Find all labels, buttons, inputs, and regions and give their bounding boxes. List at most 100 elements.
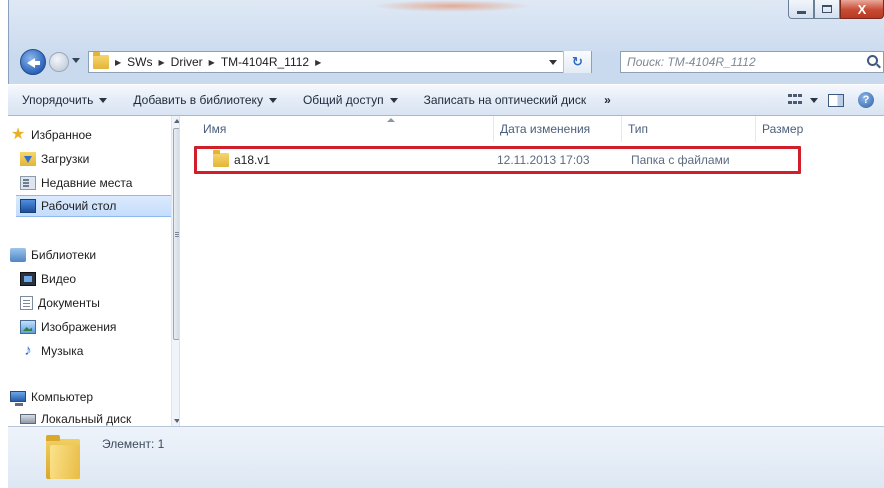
- recent-pages-dropdown[interactable]: [72, 58, 80, 63]
- breadcrumb-current[interactable]: TM-4104R_1112: [221, 55, 309, 69]
- address-dropdown[interactable]: [549, 60, 557, 65]
- column-type-label: Тип: [628, 122, 649, 136]
- title-glow: [372, 0, 532, 12]
- sidebar-item-favorites[interactable]: ★ Избранное: [10, 124, 92, 146]
- scroll-grip-icon: [175, 232, 179, 233]
- maximize-button[interactable]: [814, 0, 840, 19]
- downloads-folder-icon: [20, 152, 36, 166]
- minimize-icon: [796, 10, 806, 14]
- sidebar-label: Музыка: [41, 344, 84, 358]
- column-type[interactable]: Тип: [621, 116, 755, 142]
- hard-disk-icon: [20, 414, 36, 424]
- sidebar-item-computer[interactable]: Компьютер: [10, 386, 93, 408]
- highlight-box: [194, 146, 801, 174]
- back-button[interactable]: [20, 49, 46, 75]
- refresh-button[interactable]: ↻: [563, 51, 591, 73]
- command-bar: Упорядочить Добавить в библиотеку Общий …: [8, 84, 884, 116]
- chevron-down-icon: [268, 97, 277, 103]
- address-bar[interactable]: ▶ SWs ▶ Driver ▶ TM-4104R_1112 ▶ ↻: [88, 51, 592, 73]
- breadcrumb-arrow-icon[interactable]: ▶: [209, 58, 215, 67]
- sort-ascending-icon: [387, 118, 395, 122]
- refresh-icon: ↻: [572, 54, 583, 69]
- more-commands-button[interactable]: »: [596, 85, 621, 115]
- scroll-down-icon[interactable]: [174, 419, 179, 423]
- sidebar-item-downloads[interactable]: Загрузки: [20, 148, 89, 170]
- folder-icon: [93, 52, 109, 69]
- sidebar-label: Загрузки: [41, 152, 90, 166]
- document-icon: [20, 296, 33, 310]
- sidebar-label: Рабочий стол: [41, 199, 117, 213]
- sidebar-item-music[interactable]: ♪ Музыка: [20, 340, 83, 362]
- file-list: Имя Дата изменения Тип Размер a18.v1 12.…: [181, 116, 884, 426]
- more-label: »: [604, 93, 611, 107]
- sidebar-label: Библиотеки: [31, 248, 97, 262]
- search-placeholder: Поиск: TM-4104R_1112: [627, 55, 756, 69]
- content-area: ★ Избранное Загрузки Недавние места Рабоч…: [8, 116, 884, 426]
- folder-icon: [46, 435, 80, 479]
- details-pane: Элемент: 1: [8, 426, 884, 488]
- share-label: Общий доступ: [302, 93, 384, 107]
- sidebar-item-video[interactable]: Видео: [20, 268, 76, 290]
- column-date-label: Дата изменения: [500, 122, 591, 136]
- organize-menu[interactable]: Упорядочить: [8, 85, 117, 115]
- breadcrumb-arrow-icon[interactable]: ▶: [159, 58, 165, 67]
- sidebar-label: Локальный диск: [41, 412, 132, 426]
- burn-button[interactable]: Записать на оптический диск: [408, 85, 597, 115]
- sidebar-item-pictures[interactable]: Изображения: [20, 316, 116, 338]
- recent-places-icon: [20, 176, 36, 190]
- sidebar-label: Недавние места: [41, 176, 133, 190]
- sidebar-label: Избранное: [31, 128, 92, 142]
- sidebar-item-desktop[interactable]: Рабочий стол: [16, 195, 174, 217]
- breadcrumb-arrow-icon[interactable]: ▶: [115, 58, 121, 67]
- organize-label: Упорядочить: [22, 93, 94, 107]
- chevron-down-icon[interactable]: [810, 97, 818, 103]
- search-input[interactable]: Поиск: TM-4104R_1112: [620, 51, 884, 73]
- desktop-icon: [20, 199, 36, 213]
- add-to-library-label: Добавить в библиотеку: [133, 93, 263, 107]
- sidebar-label: Видео: [41, 272, 77, 286]
- column-size-label: Размер: [762, 122, 804, 136]
- column-size[interactable]: Размер: [755, 116, 845, 142]
- music-icon: ♪: [24, 342, 32, 359]
- view-options-icon[interactable]: [788, 94, 804, 106]
- add-to-library-menu[interactable]: Добавить в библиотеку: [117, 85, 287, 115]
- search-icon[interactable]: [867, 55, 878, 66]
- breadcrumb-arrow-icon[interactable]: ▶: [315, 58, 321, 67]
- chevron-down-icon: [99, 97, 108, 103]
- share-menu[interactable]: Общий доступ: [287, 85, 408, 115]
- computer-icon: [10, 390, 26, 406]
- item-count: Элемент: 1: [102, 437, 165, 451]
- minimize-button[interactable]: [788, 0, 814, 19]
- sidebar-label: Документы: [38, 296, 100, 310]
- help-icon[interactable]: ?: [858, 92, 874, 108]
- navigation-row: ▶ SWs ▶ Driver ▶ TM-4104R_1112 ▶ ↻ Поиск…: [8, 48, 884, 76]
- maximize-icon: [822, 5, 832, 13]
- breadcrumb-driver[interactable]: Driver: [171, 55, 203, 69]
- scrollbar-thumb[interactable]: [173, 128, 179, 340]
- forward-button[interactable]: [49, 52, 69, 72]
- close-icon: X: [857, 1, 867, 17]
- sidebar-item-recent-places[interactable]: Недавние места: [20, 172, 132, 194]
- pictures-icon: [20, 320, 36, 334]
- preview-pane-icon[interactable]: [828, 93, 844, 107]
- chevron-down-icon: [389, 97, 398, 103]
- sidebar-item-libraries[interactable]: Библиотеки: [10, 244, 96, 266]
- star-icon: ★: [10, 126, 26, 143]
- sidebar-label: Изображения: [41, 320, 117, 334]
- column-date-modified[interactable]: Дата изменения: [493, 116, 621, 142]
- libraries-icon: [10, 248, 26, 262]
- help-label: ?: [862, 94, 870, 106]
- sidebar-scrollbar[interactable]: [171, 116, 179, 426]
- caption-buttons: X: [788, 0, 884, 20]
- sidebar-item-documents[interactable]: Документы: [20, 292, 100, 314]
- column-header-row: Имя Дата изменения Тип Размер: [181, 116, 884, 142]
- breadcrumb-sws[interactable]: SWs: [127, 55, 152, 69]
- scroll-up-icon[interactable]: [174, 119, 179, 123]
- column-name[interactable]: Имя: [197, 116, 493, 142]
- column-name-label: Имя: [203, 122, 227, 136]
- burn-label: Записать на оптический диск: [423, 93, 587, 107]
- sidebar-item-local-disk[interactable]: Локальный диск: [20, 408, 131, 426]
- close-button[interactable]: X: [840, 0, 884, 19]
- navigation-pane: ★ Избранное Загрузки Недавние места Рабоч…: [8, 116, 180, 426]
- sidebar-label: Компьютер: [31, 390, 94, 404]
